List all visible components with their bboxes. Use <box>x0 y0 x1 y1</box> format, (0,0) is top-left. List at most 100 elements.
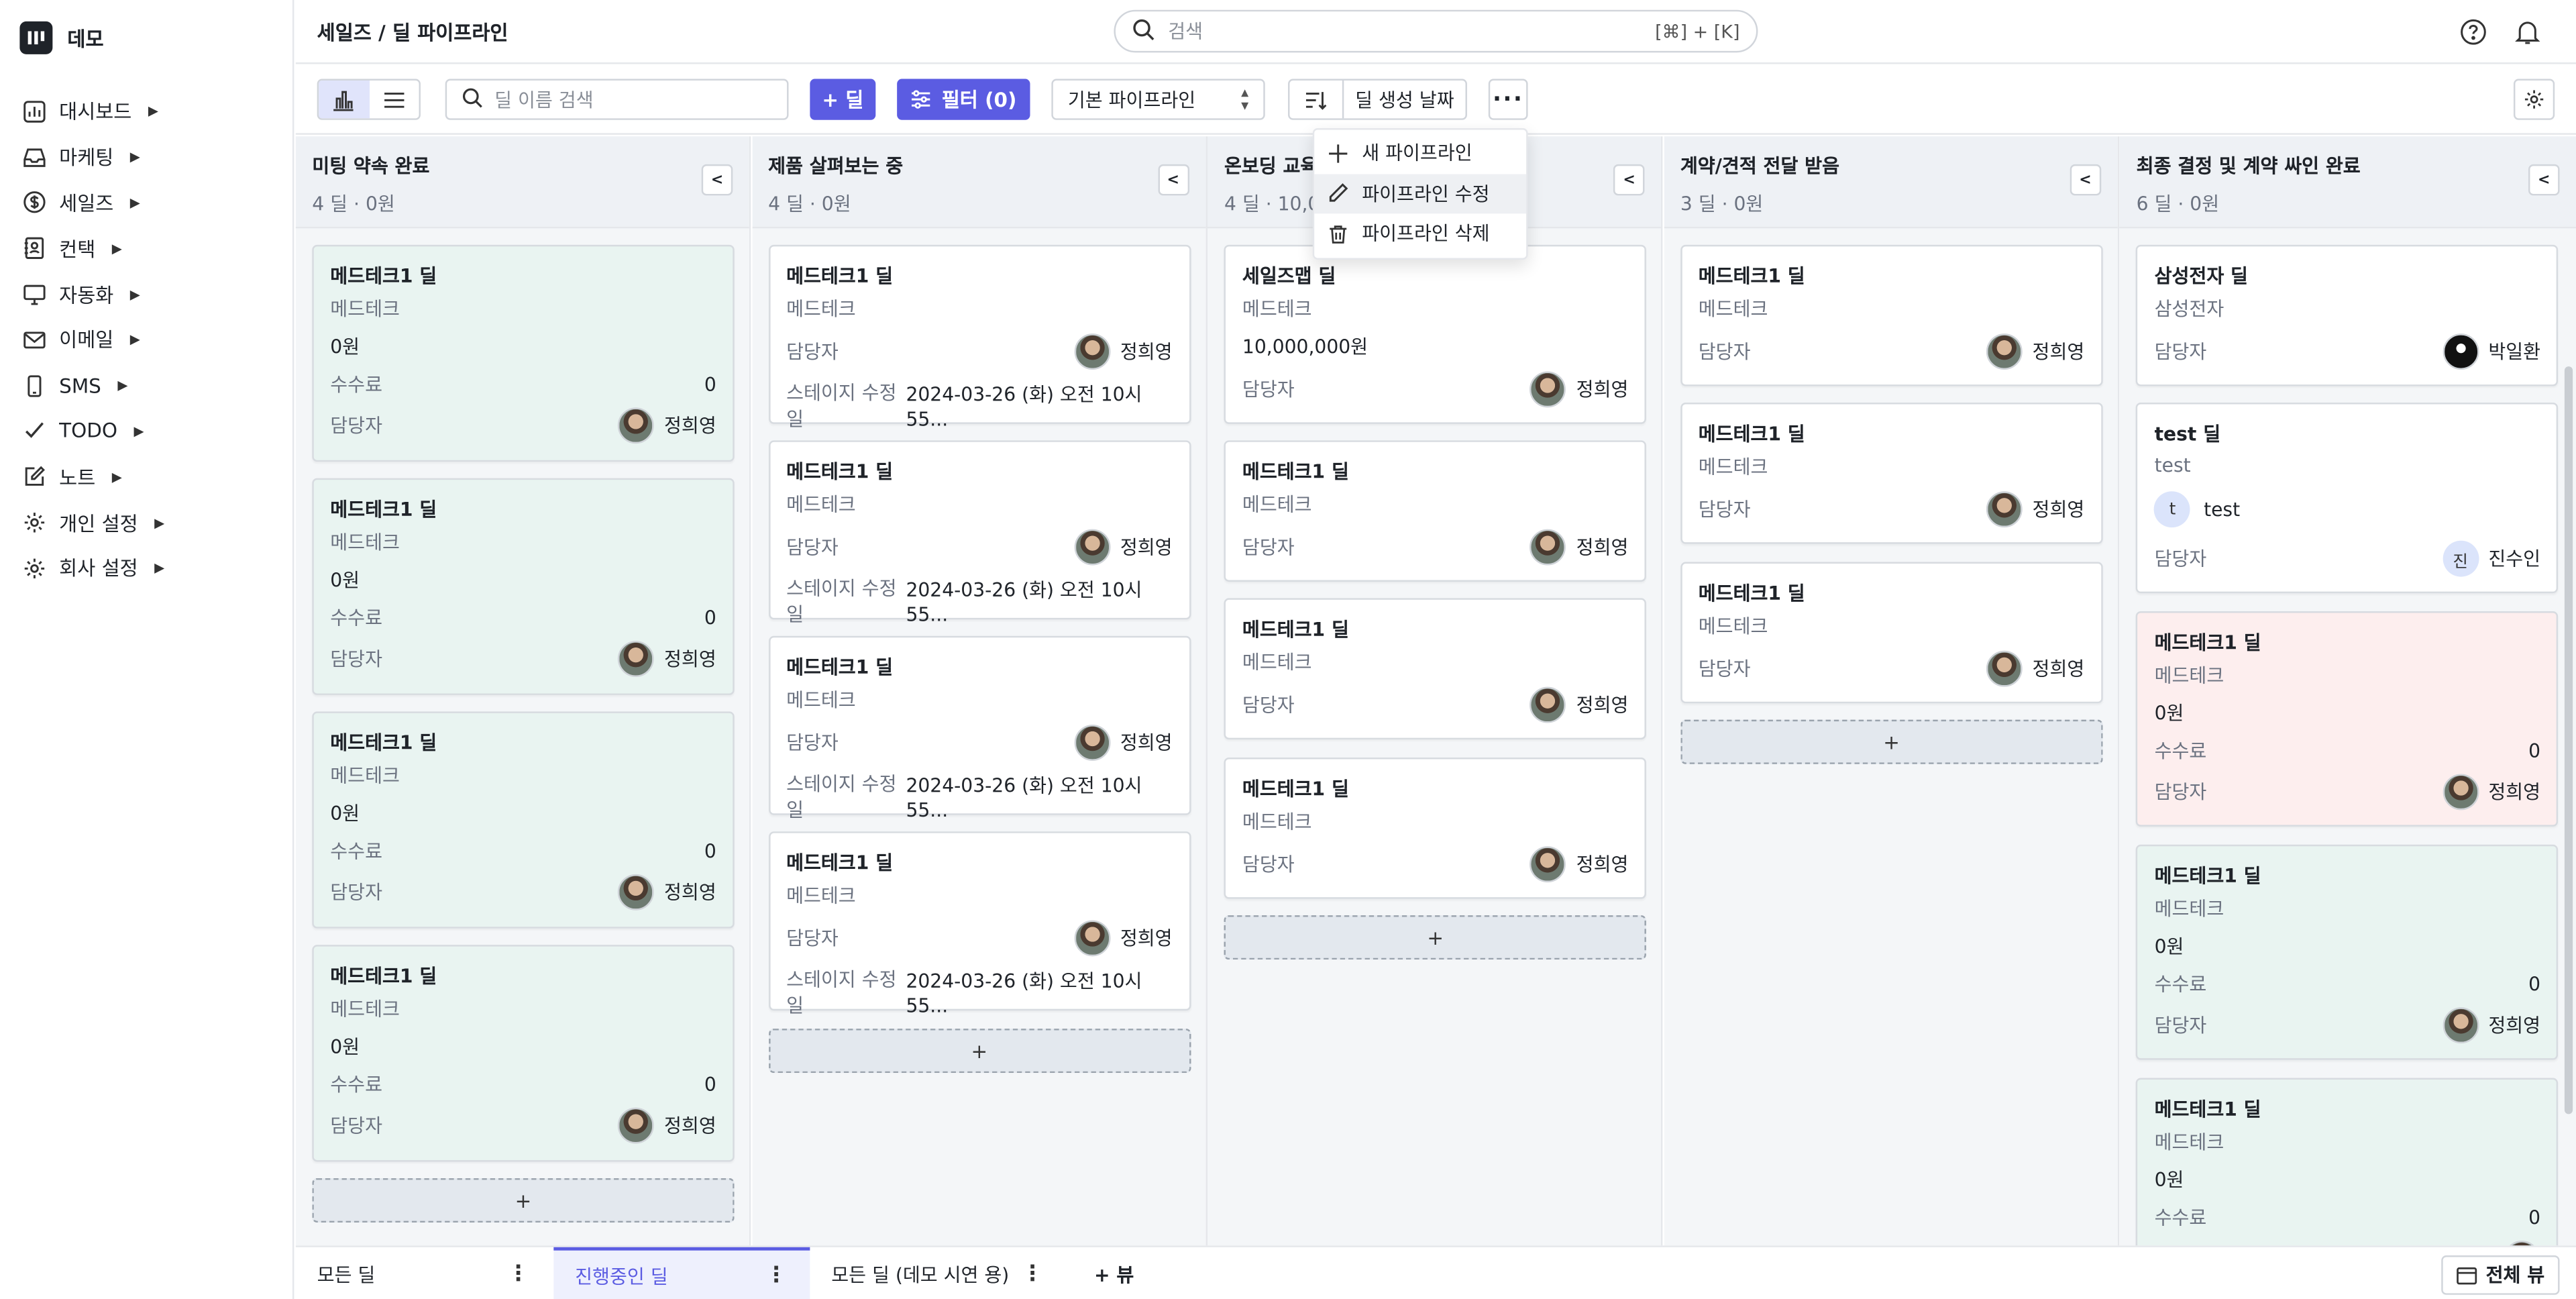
deal-card[interactable]: 메드테크1 딜 메드테크 0원 수수료 0 담당자 정희영 <box>312 945 735 1162</box>
help-icon[interactable] <box>2458 16 2487 46</box>
sidebar-item-todo[interactable]: TODO ▶ <box>23 409 286 454</box>
sidebar-item-contacts[interactable]: 컨택 ▶ <box>23 225 286 271</box>
deal-card[interactable]: 메드테크1 딜 메드테크 담당자 정희영 스테이지 수정일 2024-03-26 (… <box>768 635 1191 822</box>
column-summary: 4 딜 · 0원 <box>768 192 851 215</box>
deal-card[interactable]: 메드테크1 딜 메드테크 담당자 정희영 <box>1224 598 1647 740</box>
owner-label: 담당자 <box>1698 498 1751 521</box>
tab-in-progress-deals[interactable]: 진행중인 딜 ⋮ <box>553 1247 810 1299</box>
caret-right-icon: ▶ <box>154 515 165 530</box>
column-title: 계약/견적 전달 받음 <box>1680 154 1840 178</box>
deal-title: test 딜 <box>2154 422 2221 446</box>
pipeline-column: 제품 살펴보는 중 4 딜 · 0원 < 메드테크1 딜 메드테크 담당자 정희영… <box>751 136 1208 1246</box>
deal-card[interactable]: test 딜 test t test 담당자 진 진수인 <box>2136 403 2559 594</box>
deal-card[interactable]: 메드테크1 딜 메드테크 담당자 정희영 <box>1224 440 1647 582</box>
avatar: 진 <box>2442 540 2479 577</box>
app-logo[interactable]: 데모 <box>19 21 104 54</box>
tab-label: 모든 딜 (데모 시연 용) <box>831 1263 1010 1286</box>
owner-label: 담당자 <box>786 927 839 950</box>
tab-all-deals[interactable]: 모든 딜 ⋮ <box>296 1247 552 1299</box>
fee-label: 수수료 <box>330 839 383 863</box>
new-pipeline-menu-item[interactable]: 새 파이프라인 <box>1314 133 1526 173</box>
filter-button[interactable]: 필터 (0) <box>897 79 1030 120</box>
sidebar-item-company-settings[interactable]: 회사 설정 ▶ <box>23 545 286 591</box>
search-icon <box>1132 17 1155 46</box>
sidebar-item-sms[interactable]: SMS ▶ <box>23 363 286 409</box>
fee-label: 수수료 <box>330 606 383 629</box>
tab-menu-icon[interactable]: ⋮ <box>765 1263 787 1288</box>
edit-pipeline-menu-item[interactable]: 파이프라인 수정 <box>1314 173 1527 214</box>
deal-card[interactable]: 메드테크1 딜 메드테크 0원 수수료 0 담당자 정희영 <box>312 478 735 695</box>
deal-card[interactable]: 세일즈맵 딜 메드테크 10,000,000원 담당자 정희영 <box>1224 244 1647 424</box>
add-deal-to-column-button[interactable]: + <box>1224 915 1647 960</box>
deal-card[interactable]: 메드테크1 딜 메드테크 담당자 정희영 스테이지 수정일 2024-03-26 (… <box>768 831 1191 1017</box>
tab-menu-icon[interactable]: ⋮ <box>508 1262 529 1287</box>
collapse-column-button[interactable]: < <box>1613 164 1645 196</box>
caret-right-icon: ▶ <box>133 423 144 439</box>
full-view-button[interactable]: 전체 뷰 <box>2441 1255 2560 1295</box>
board-settings-button[interactable] <box>2513 79 2555 120</box>
sidebar-item-personal-settings[interactable]: 개인 설정 ▶ <box>23 500 286 545</box>
add-view-button[interactable]: + 뷰 <box>1073 1247 1155 1299</box>
add-deal-to-column-button[interactable]: + <box>1680 719 2103 764</box>
sidebar: 데모 대시보드 ▶ 마케팅 ▶ 세일즈 ▶ 컨택 ▶ 자동화 ▶ 이메일 ▶ S… <box>0 0 294 1299</box>
avatar <box>618 1107 655 1144</box>
collapse-column-button[interactable]: < <box>701 164 733 196</box>
deal-title: 메드테크1 딜 <box>786 851 894 874</box>
sidebar-item-notes[interactable]: 노트 ▶ <box>23 454 286 500</box>
add-deal-button[interactable]: + 딜 <box>810 79 876 120</box>
gear-icon <box>23 557 46 580</box>
deal-card[interactable]: 메드테크1 딜 메드테크 0원 수수료0 담당자 <box>2136 1078 2559 1246</box>
column-title: 제품 살펴보는 중 <box>768 154 904 178</box>
sort-direction-button[interactable] <box>1289 81 1344 119</box>
deal-amount: 0원 <box>330 1035 360 1059</box>
deal-card[interactable]: 메드테크1 딜 메드테크 0원 수수료 0 담당자 정희영 <box>312 711 735 929</box>
deal-card[interactable]: 메드테크1 딜 메드테크 0원 수수료 0 담당자 정희영 <box>2136 844 2559 1060</box>
deal-company: 메드테크 <box>1242 492 1312 516</box>
deal-company: 메드테크 <box>786 688 856 712</box>
list-icon <box>384 91 404 107</box>
dollar-icon <box>23 191 46 214</box>
add-deal-to-column-button[interactable]: + <box>768 1029 1191 1074</box>
board-view-button[interactable] <box>319 81 369 119</box>
deal-card[interactable]: 메드테크1 딜 메드테크 담당자 정희영 <box>1680 562 2103 704</box>
sidebar-item-label: 컨택 <box>59 238 96 261</box>
pipeline-select[interactable]: 기본 파이프라인 ▴ ▾ <box>1051 79 1265 120</box>
avatar <box>1530 371 1566 408</box>
deal-card[interactable]: 메드테크1 딜 메드테크 0원 수수료 0 담당자 정희영 <box>2136 611 2559 827</box>
pipeline-column: 온보딩 교육 4 딜 · 10,0 < 세일즈맵 딜 메드테크 10,000,0… <box>1208 136 1663 1246</box>
global-search-input[interactable]: 검색 [⌘] + [K] <box>1114 9 1758 53</box>
menu-item-label: 파이프라인 수정 <box>1362 182 1490 205</box>
caret-right-icon: ▶ <box>129 150 140 165</box>
deal-card[interactable]: 삼성전자 딜 삼성전자 담당자 박일환 <box>2136 244 2559 386</box>
list-view-button[interactable] <box>369 81 419 118</box>
deal-card[interactable]: 메드테크1 딜 메드테크 담당자 정희영 스테이지 수정일 2024-03-26 (… <box>768 244 1191 431</box>
collapse-column-button[interactable]: < <box>2070 164 2101 196</box>
sort-field-button[interactable]: 딜 생성 날짜 <box>1344 81 1465 118</box>
deal-company: 메드테크 <box>330 531 400 554</box>
vertical-scrollbar[interactable] <box>2564 366 2573 1114</box>
more-options-button[interactable]: ··· <box>1488 79 1528 120</box>
sidebar-item-email[interactable]: 이메일 ▶ <box>23 317 286 363</box>
deal-search-input[interactable]: 딜 이름 검색 <box>445 79 789 120</box>
deal-card[interactable]: 메드테크1 딜 메드테크 담당자 정희영 <box>1680 244 2103 386</box>
sliders-icon <box>912 90 930 109</box>
collapse-column-button[interactable]: < <box>2528 164 2560 196</box>
deal-card[interactable]: 메드테크1 딜 메드테크 담당자 정희영 <box>1224 757 1647 899</box>
owner-name: 정희영 <box>1120 927 1173 950</box>
sidebar-item-dashboard[interactable]: 대시보드 ▶ <box>23 89 286 134</box>
deal-card[interactable]: 메드테크1 딜 메드테크 0원 수수료 0 담당자 정희영 <box>312 244 735 462</box>
tab-all-deals-demo[interactable]: 모든 딜 (데모 시연 용) ⋮ <box>810 1247 1066 1299</box>
sidebar-item-automation[interactable]: 자동화 ▶ <box>23 272 286 317</box>
add-deal-to-column-button[interactable]: + <box>312 1178 735 1223</box>
contact-name[interactable]: test <box>2204 498 2240 521</box>
avatar <box>1074 920 1111 957</box>
sidebar-item-sales[interactable]: 세일즈 ▶ <box>23 180 286 225</box>
delete-pipeline-menu-item[interactable]: 파이프라인 삭제 <box>1314 213 1526 254</box>
deal-card[interactable]: 메드테크1 딜 메드테크 담당자 정희영 <box>1680 403 2103 544</box>
deal-amount: 0원 <box>330 335 360 358</box>
collapse-column-button[interactable]: < <box>1157 164 1189 196</box>
sidebar-item-marketing[interactable]: 마케팅 ▶ <box>23 134 286 180</box>
deal-card[interactable]: 메드테크1 딜 메드테크 담당자 정희영 스테이지 수정일 2024-03-26 (… <box>768 440 1191 626</box>
tab-menu-icon[interactable]: ⋮ <box>1022 1262 1043 1287</box>
bell-icon[interactable] <box>2512 16 2542 46</box>
